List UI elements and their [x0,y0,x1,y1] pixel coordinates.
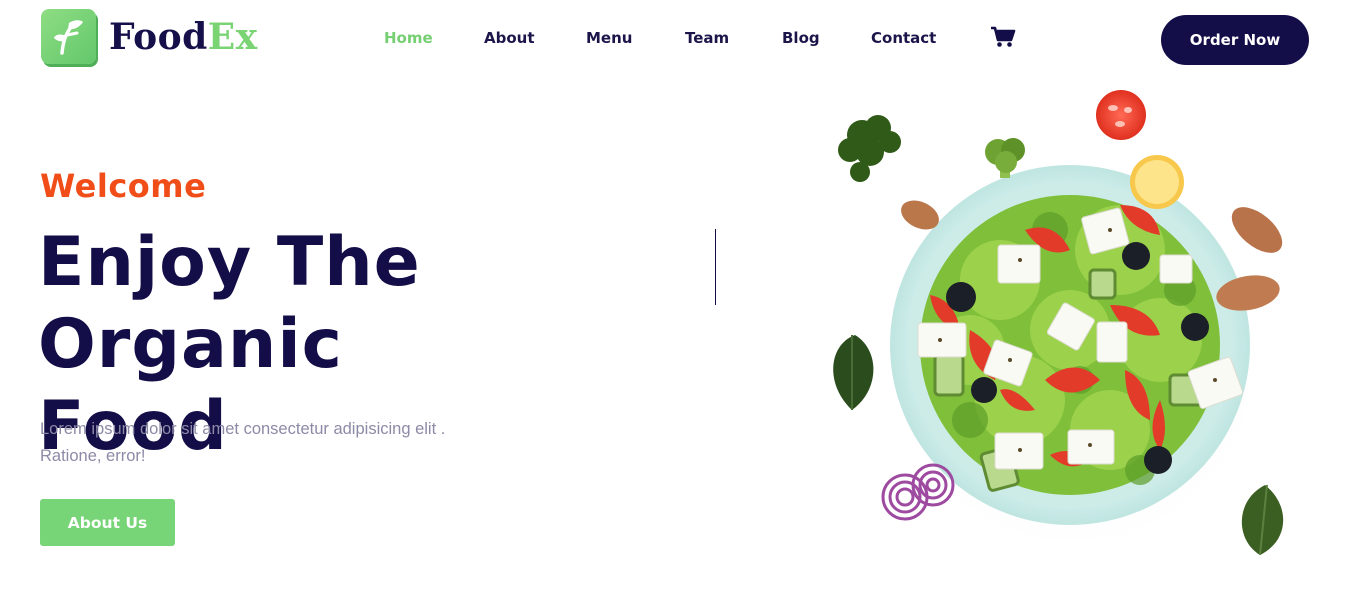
nav-home[interactable]: Home [384,28,433,48]
nav-menu[interactable]: Menu [586,28,632,48]
leaf-f-logo-icon [41,9,96,64]
salad-bowl-image [820,80,1320,603]
logo-text: FoodEx [109,19,258,55]
logo-text-ex: Ex [207,15,258,58]
site-header: FoodEx Home About Menu Team Blog Contact… [0,0,1346,80]
nav-about[interactable]: About [484,28,535,48]
headline-line-1: Enjoy The Organic [38,223,421,384]
nav-blog[interactable]: Blog [782,28,820,48]
logo-text-food: Food [109,15,208,58]
typing-caret [715,229,716,305]
order-now-button[interactable]: Order Now [1161,15,1309,65]
nav-contact[interactable]: Contact [871,28,936,48]
logo[interactable]: FoodEx [41,9,258,64]
about-us-button[interactable]: About Us [40,499,175,546]
hero-description: Lorem ipsum dolor sit amet consectetur a… [40,420,446,465]
shopping-cart-icon[interactable] [990,26,1016,48]
welcome-label: Welcome [40,167,207,205]
nav-team[interactable]: Team [685,28,729,48]
